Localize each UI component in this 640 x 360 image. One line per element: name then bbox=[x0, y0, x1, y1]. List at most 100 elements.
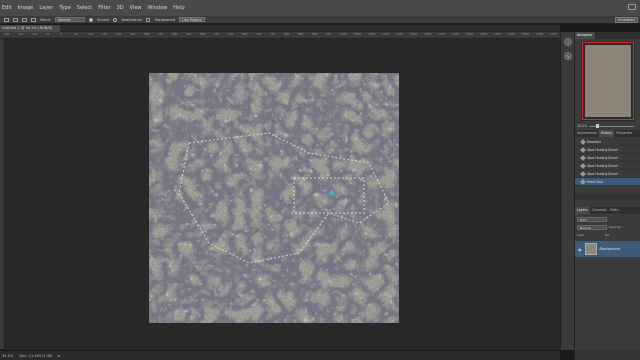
history-item[interactable]: Spot Healing Brush bbox=[575, 146, 640, 154]
patch-mode-select[interactable]: Normal bbox=[55, 17, 86, 22]
history-item[interactable]: Deselect bbox=[575, 138, 640, 146]
menu-view[interactable]: View bbox=[130, 5, 142, 11]
transparent-label: Transparent bbox=[154, 17, 176, 22]
navigator-zoom-slider[interactable] bbox=[590, 123, 635, 128]
document-image[interactable] bbox=[149, 73, 399, 323]
history-item[interactable]: Spot Healing Brush bbox=[575, 162, 640, 170]
layer-kind-select[interactable]: Kind bbox=[577, 216, 607, 222]
fill-label: Fill: bbox=[604, 233, 610, 237]
menu-window[interactable]: Window bbox=[148, 5, 168, 11]
history-item-selected[interactable]: Patch Tool bbox=[575, 178, 640, 186]
tab-navigator[interactable]: Navigator bbox=[575, 32, 595, 39]
zoom-readout[interactable]: 34.2% bbox=[2, 354, 13, 358]
tab-channels[interactable]: Channels bbox=[590, 207, 609, 214]
source-radio[interactable] bbox=[89, 17, 94, 22]
ruler-tick: 800 bbox=[284, 32, 290, 36]
ruler-tick: 100 bbox=[88, 32, 94, 36]
window-restore-icon[interactable] bbox=[628, 4, 636, 10]
document-tab[interactable]: Untitled-1 @ 34.2% (RGB/8) bbox=[0, 25, 61, 32]
ruler-tick: 650 bbox=[242, 32, 248, 36]
ruler-tick: 1050 bbox=[354, 32, 362, 36]
workspace-select[interactable]: Essentials bbox=[615, 17, 638, 23]
menu-edit[interactable]: Edit bbox=[2, 5, 12, 11]
layer-row-background[interactable]: ◉ Background bbox=[575, 241, 640, 257]
ruler-tick: 400 bbox=[172, 32, 178, 36]
ruler-tick: 600 bbox=[228, 32, 234, 36]
ruler-tick: 1250 bbox=[410, 32, 418, 36]
ruler-tick: 950 bbox=[326, 32, 332, 36]
menu-select[interactable]: Select bbox=[77, 5, 92, 11]
ruler-tick: 1350 bbox=[438, 32, 446, 36]
layers-tab-row: Layers Channels Paths bbox=[575, 207, 640, 214]
menu-filter[interactable]: Filter bbox=[98, 5, 110, 11]
history-item[interactable]: Spot Healing Brush bbox=[575, 154, 640, 162]
options-bar: Patch: Normal Source Destination Transpa… bbox=[0, 16, 640, 24]
tab-paths[interactable]: Paths bbox=[608, 207, 621, 214]
ruler-tick: 1100 bbox=[368, 32, 376, 36]
patch-tool-icon[interactable] bbox=[4, 17, 9, 22]
tab-adjustments[interactable]: Adjustments bbox=[575, 130, 599, 137]
menu-type[interactable]: Type bbox=[59, 5, 70, 11]
ruler-tick: 100 bbox=[32, 32, 38, 36]
navigator-view-box[interactable] bbox=[582, 42, 634, 120]
ruler-tick: 1000 bbox=[340, 32, 348, 36]
menu-layer[interactable]: Layer bbox=[39, 5, 53, 11]
ruler-tick: 500 bbox=[200, 32, 206, 36]
ruler-tick: 1150 bbox=[382, 32, 390, 36]
layer-thumbnail bbox=[584, 243, 597, 255]
patch-label: Patch: bbox=[40, 17, 52, 22]
menu-help[interactable]: Help bbox=[173, 5, 184, 11]
ruler-tick: 1450 bbox=[466, 32, 474, 36]
ruler-tick: 1200 bbox=[396, 32, 404, 36]
menu-bar: Edit Image Layer Type Select Filter 3D V… bbox=[0, 0, 640, 16]
zoom-slider-knob[interactable] bbox=[596, 123, 600, 128]
ruler-tick: 300 bbox=[144, 32, 150, 36]
canvas-area[interactable] bbox=[5, 39, 560, 350]
info-icon[interactable]: i bbox=[564, 38, 572, 46]
ruler-tick: 700 bbox=[256, 32, 262, 36]
subtract-selection-icon[interactable] bbox=[31, 17, 36, 22]
add-selection-icon[interactable] bbox=[22, 17, 27, 22]
ruler-tick: 250 bbox=[130, 32, 136, 36]
new-selection-icon[interactable] bbox=[13, 17, 18, 22]
status-menu-arrow-icon[interactable]: ▸ bbox=[58, 353, 60, 358]
ruler-tick: 50 bbox=[74, 32, 78, 36]
ruler-tick: 50 bbox=[46, 32, 50, 36]
ruler-tick: 0 bbox=[60, 32, 62, 36]
layers-panel: Kind Normal Opacity: Lock: Fill: ◉ Backg… bbox=[575, 215, 640, 257]
use-pattern-button[interactable]: Use Pattern bbox=[179, 17, 205, 22]
right-panels: Navigator 34.2% Adjustments History Prop… bbox=[574, 32, 640, 360]
navigator-tab-row: Navigator bbox=[575, 32, 640, 39]
transparent-checkbox[interactable] bbox=[146, 17, 151, 22]
blend-row: Normal Opacity: bbox=[575, 223, 640, 231]
tab-properties[interactable]: Properties bbox=[614, 130, 634, 137]
healing-brush-icon bbox=[580, 147, 586, 153]
doc-size-readout: Doc: 11.4M/11.4M bbox=[19, 353, 53, 358]
navigator-zoom-value[interactable]: 34.2% bbox=[577, 124, 587, 128]
document-tab-row: Untitled-1 @ 34.2% (RGB/8) bbox=[0, 25, 560, 32]
lock-label: Lock: bbox=[577, 233, 585, 237]
history-item[interactable]: Spot Healing Brush bbox=[575, 170, 640, 178]
ruler-tick: 150 bbox=[18, 32, 24, 36]
ruler-tick: 1650 bbox=[522, 32, 530, 36]
destination-radio[interactable] bbox=[113, 17, 118, 22]
healing-brush-icon bbox=[580, 155, 586, 161]
tab-layers[interactable]: Layers bbox=[575, 207, 590, 214]
navigator-thumbnail[interactable] bbox=[581, 41, 635, 121]
eye-icon[interactable]: ◉ bbox=[578, 247, 582, 252]
menu-image[interactable]: Image bbox=[18, 5, 34, 11]
layer-name[interactable]: Background bbox=[600, 247, 620, 251]
ruler-tick: 1300 bbox=[424, 32, 432, 36]
concrete-texture bbox=[149, 73, 399, 323]
panel-icon-strip: i ✎ bbox=[560, 32, 574, 350]
history-step-icon bbox=[580, 139, 586, 145]
ruler-tick: 200 bbox=[116, 32, 122, 36]
tab-history[interactable]: History bbox=[598, 130, 615, 137]
menu-3d[interactable]: 3D bbox=[117, 5, 124, 11]
source-label: Source bbox=[97, 17, 110, 22]
brush-preset-icon[interactable]: ✎ bbox=[564, 52, 572, 60]
history-footer bbox=[575, 194, 640, 200]
ruler-tick: 150 bbox=[102, 32, 108, 36]
ruler-tick: 1400 bbox=[452, 32, 460, 36]
blend-mode-select[interactable]: Normal bbox=[577, 224, 607, 230]
